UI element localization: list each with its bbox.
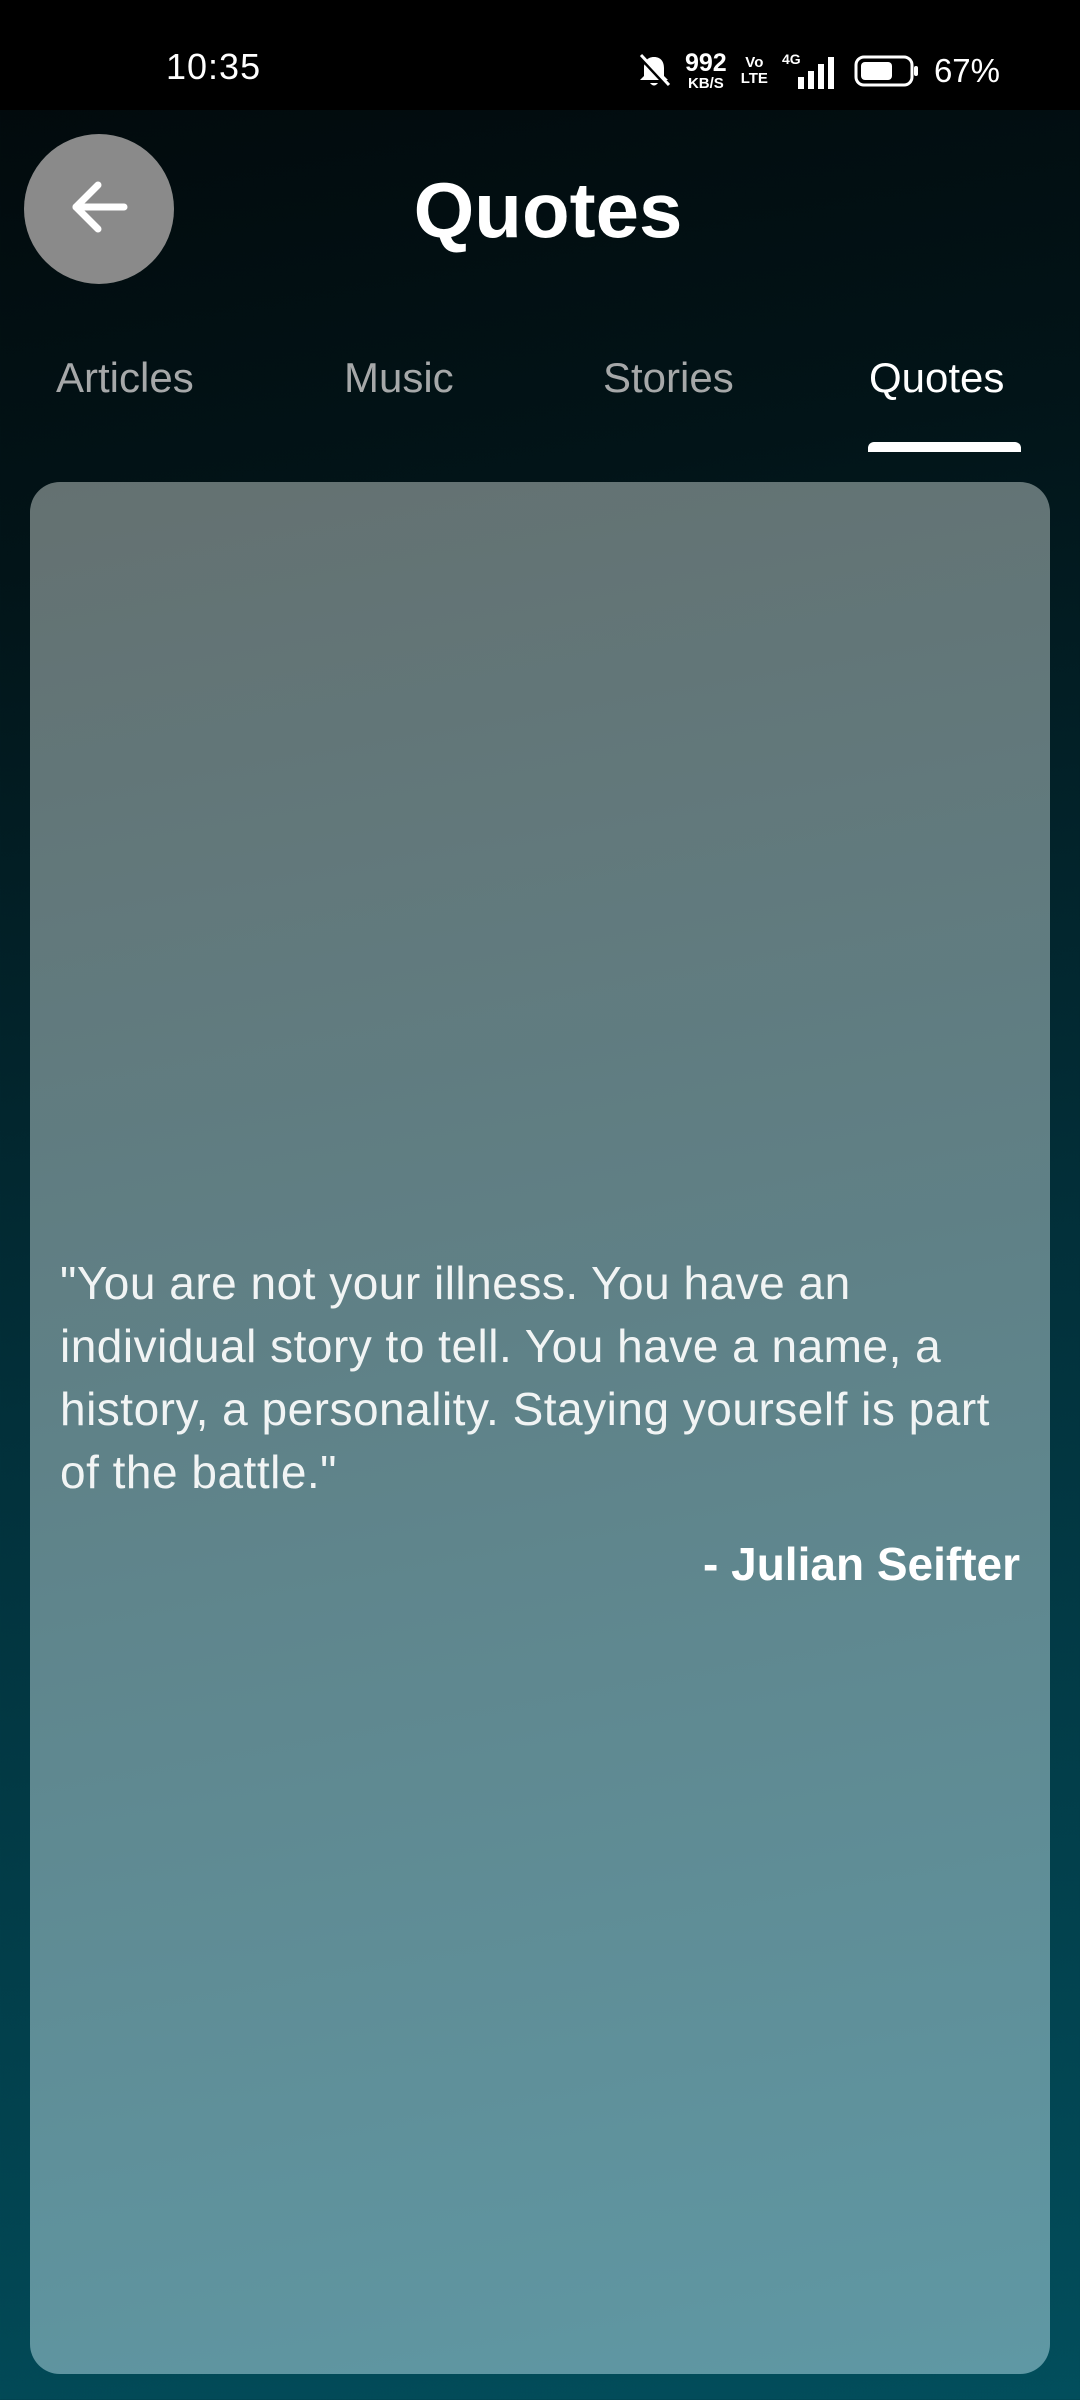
bell-muted-icon	[637, 53, 671, 89]
volte-indicator: Vo LTE	[741, 55, 768, 87]
network-speed-unit: KB/S	[687, 75, 724, 92]
volte-bottom: LTE	[740, 70, 768, 87]
status-bar: 10:35 992 KB/S Vo LTE 4G 67%	[0, 0, 1080, 110]
tab-active-indicator	[868, 442, 1021, 452]
status-icons: 992 KB/S Vo LTE 4G 67%	[637, 46, 1000, 96]
battery-icon	[854, 54, 920, 88]
tab-articles[interactable]: Articles	[56, 348, 194, 408]
network-type: 4G	[782, 51, 801, 67]
status-time: 10:35	[166, 46, 262, 87]
tab-quotes[interactable]: Quotes	[869, 348, 1004, 408]
quote-text: "You are not your illness. You have an i…	[60, 1257, 990, 1498]
page-title: Quotes	[413, 166, 683, 254]
volte-top: Vo	[745, 54, 764, 72]
quote-author: - Julian Seifter	[703, 1538, 1020, 1590]
tab-music[interactable]: Music	[344, 348, 454, 408]
battery-percent: 67%	[933, 52, 1000, 89]
quote-card[interactable]: "You are not your illness. You have an i…	[30, 482, 1050, 2374]
tab-stories[interactable]: Stories	[603, 348, 734, 408]
network-speed-value: 992	[685, 49, 727, 77]
signal-icon: 4G	[782, 51, 840, 91]
network-speed: 992 KB/S	[685, 49, 727, 92]
